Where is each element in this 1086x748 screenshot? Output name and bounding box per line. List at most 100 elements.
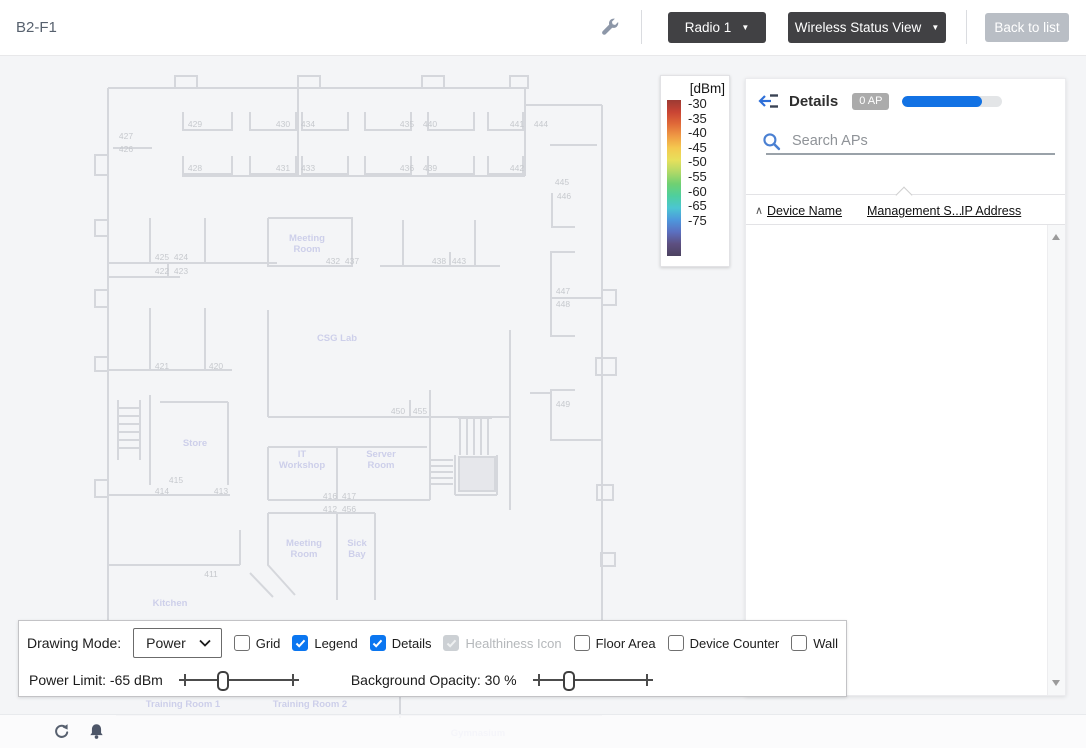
search-aps-input[interactable]	[790, 132, 1024, 150]
table-scrollbar[interactable]	[1047, 225, 1065, 695]
dropdown-caret-icon: ▼	[931, 22, 940, 32]
progress-bar-fill	[902, 95, 983, 107]
svg-text:414: 414	[155, 486, 169, 496]
background-opacity-label: Background Opacity: 30 %	[350, 672, 517, 688]
checkbox-box[interactable]	[292, 635, 309, 651]
table-header-row: ∧ Device Name Management S... IP Address	[746, 200, 1065, 225]
svg-text:ServerRoom: Server Room	[366, 449, 396, 471]
checkbox-floor-area[interactable]: Floor Area	[573, 635, 656, 651]
checkbox-box[interactable]	[667, 635, 684, 651]
notification-bell-icon[interactable]	[88, 723, 105, 740]
svg-text:438: 438	[432, 256, 446, 266]
svg-text:412: 412	[323, 504, 337, 514]
checkbox-label: Details	[391, 635, 432, 651]
back-to-list-button[interactable]: Back to list	[985, 13, 1069, 42]
legend-tick: -45	[688, 139, 707, 155]
floor-title: B2-F1	[16, 19, 57, 36]
checkbox-box[interactable]	[369, 635, 386, 651]
drawing-controls-panel: Drawing Mode: Power Grid Legend Details Hea…	[18, 620, 847, 697]
svg-text:MeetingRoom: Meeting Room	[289, 233, 325, 255]
svg-text:431: 431	[276, 163, 290, 173]
svg-text:445: 445	[555, 177, 569, 187]
svg-text:450: 450	[391, 406, 405, 416]
background-opacity-slider-thumb[interactable]	[562, 671, 575, 691]
checkbox-grid[interactable]: Grid	[233, 635, 281, 651]
search-icon	[763, 132, 781, 150]
svg-text:423: 423	[174, 266, 188, 276]
svg-text:449: 449	[556, 399, 570, 409]
svg-text:427: 427	[119, 131, 133, 141]
column-management-state[interactable]: Management S...	[867, 204, 962, 218]
svg-text:441: 441	[510, 119, 524, 129]
chevron-down-icon	[199, 639, 211, 647]
svg-text:426: 426	[119, 144, 133, 154]
legend-tick: -40	[688, 125, 707, 141]
svg-text:446: 446	[557, 191, 571, 201]
legend-tick: -75	[688, 212, 707, 228]
details-panel: Details 0 AP ∧ Device Name Management S.…	[745, 78, 1066, 696]
svg-text:444: 444	[534, 119, 548, 129]
legend-tick: -35	[688, 110, 707, 126]
background-opacity-slider[interactable]	[532, 669, 653, 691]
controls-row-1: Drawing Mode: Power Grid Legend Details Hea…	[19, 621, 846, 661]
svg-text:455: 455	[413, 406, 427, 416]
power-limit-slider-thumb[interactable]	[217, 671, 230, 691]
legend-tick: -60	[688, 183, 707, 199]
checkbox-label: Grid	[255, 635, 281, 651]
checkbox-label: Floor Area	[595, 635, 656, 651]
drawing-mode-select[interactable]: Power	[133, 628, 222, 658]
dbm-legend: [dBm] -30 -35 -40 -45 -50 -55 -60 -65 -75	[660, 75, 730, 267]
svg-text:435: 435	[400, 119, 414, 129]
column-device-name[interactable]: Device Name	[767, 204, 842, 218]
progress-bar[interactable]	[902, 95, 1003, 107]
checkbox-label: Legend	[314, 635, 358, 651]
svg-text:422: 422	[155, 266, 169, 276]
checkbox-box[interactable]	[233, 635, 250, 651]
checkbox-box[interactable]	[791, 635, 808, 651]
checkbox-wall[interactable]: Wall	[791, 635, 838, 651]
svg-text:424: 424	[174, 252, 188, 262]
legend-tick: -55	[688, 168, 707, 184]
radio-dropdown-button[interactable]: Radio 1 ▼	[668, 12, 766, 43]
scroll-down-icon[interactable]	[1052, 680, 1060, 686]
checkbox-label: Device Counter	[689, 635, 780, 651]
view-dropdown-button[interactable]: Wireless Status View ▼	[788, 12, 946, 43]
wrench-icon[interactable]	[600, 17, 620, 37]
svg-text:447: 447	[556, 286, 570, 296]
svg-text:Training Room 2: Training Room 2	[273, 699, 347, 710]
svg-text:SickBay: Sick Bay	[347, 538, 367, 560]
dropdown-caret-icon: ▼	[741, 22, 750, 32]
collapse-panel-icon[interactable]	[758, 93, 780, 109]
checkbox-device-counter[interactable]: Device Counter	[667, 635, 780, 651]
svg-text:425: 425	[155, 252, 169, 262]
checkbox-details[interactable]: Details	[369, 635, 432, 651]
header-divider	[966, 10, 967, 44]
sort-ascending-icon[interactable]: ∧	[755, 204, 763, 217]
top-header: B2-F1 Radio 1 ▼ Wireless Status View ▼ B…	[0, 0, 1086, 56]
svg-text:440: 440	[423, 119, 437, 129]
search-underline	[766, 153, 1055, 155]
svg-text:439: 439	[423, 163, 437, 173]
footer-bar	[0, 714, 1086, 748]
column-ip-address[interactable]: IP Address	[961, 204, 1021, 218]
svg-text:416: 416	[323, 491, 337, 501]
checkbox-box[interactable]	[573, 635, 590, 651]
scroll-up-icon[interactable]	[1052, 234, 1060, 240]
svg-text:448: 448	[556, 299, 570, 309]
svg-text:ITWorkshop: IT Workshop	[279, 449, 325, 471]
details-panel-title: Details	[789, 92, 839, 110]
svg-text:428: 428	[188, 163, 202, 173]
svg-text:MeetingRoom: Meeting Room	[286, 538, 322, 560]
refresh-icon[interactable]	[52, 723, 69, 740]
svg-text:413: 413	[214, 486, 228, 496]
svg-text:417: 417	[342, 491, 356, 501]
legend-tick: -50	[688, 154, 707, 170]
drawing-mode-label: Drawing Mode:	[27, 635, 122, 651]
controls-row-2: Power Limit: -65 dBm Background Opacity:…	[19, 661, 846, 691]
power-limit-slider[interactable]	[178, 669, 299, 691]
drawing-mode-value: Power	[146, 635, 186, 651]
checkbox-legend[interactable]: Legend	[292, 635, 358, 651]
svg-text:434: 434	[301, 119, 315, 129]
header-divider	[641, 10, 642, 44]
checkbox-label: Wall	[813, 635, 838, 651]
